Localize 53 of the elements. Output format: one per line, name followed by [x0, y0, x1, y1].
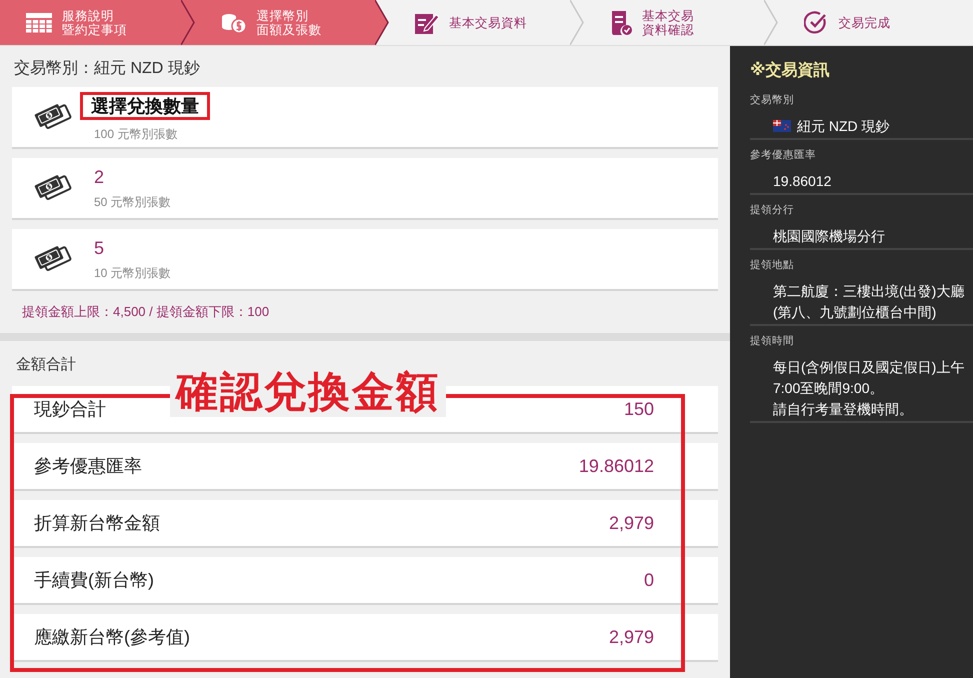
field-label: 提領地點 — [750, 258, 795, 272]
field-value: 紐元 NZD 現鈔 — [797, 117, 890, 135]
chevron-separator — [180, 0, 195, 45]
denomination-card[interactable]: 5 10 元幣別張數 — [12, 229, 718, 291]
quantity-value: 2 — [94, 166, 106, 188]
field-value: 桃園國際機場分行 — [773, 227, 885, 245]
row-label: 手續費(新台幣) — [34, 569, 154, 592]
sidebar-title: ※交易資訊 — [750, 60, 831, 81]
row-value: 2,979 — [608, 512, 654, 534]
field-label: 提領分行 — [750, 203, 795, 217]
row-value: 19.86012 — [578, 456, 654, 476]
field-value: 7:00至晚間9:00。 — [773, 379, 884, 397]
row-value: 2,979 — [608, 626, 654, 648]
denomination-card[interactable]: 選擇兌換數量 100 元幣別張數 — [12, 87, 718, 149]
denomination-caption: 50 元幣別張數 — [94, 194, 171, 210]
denomination-card[interactable]: 2 50 元幣別張數 — [12, 158, 718, 220]
banknotes-icon — [34, 244, 72, 274]
field-label: 提領時間 — [750, 334, 795, 348]
row-label: 現鈔合計 — [34, 398, 106, 421]
chevron-separator — [764, 0, 778, 45]
row-label: 應繳新台幣(參考值) — [34, 626, 190, 649]
check-circle-icon — [804, 10, 828, 34]
row-label: 折算新台幣金額 — [34, 512, 160, 535]
row-value: 150 — [624, 398, 654, 420]
denomination-caption: 10 元幣別張數 — [94, 264, 171, 282]
field-label: 參考優惠匯率 — [750, 148, 817, 162]
callout-label: 選擇兌換數量 — [80, 92, 210, 120]
callout-title: 確認兌換金額 — [170, 367, 446, 417]
field-value: 19.86012 — [773, 172, 832, 190]
chevron-separator — [570, 0, 584, 45]
step-label: 服務說明 暨約定事項 — [62, 8, 127, 36]
banknotes-icon — [34, 173, 72, 203]
edit-icon — [415, 12, 440, 34]
field-value: 第二航廈：三樓出境(出發)大廳 — [773, 282, 964, 300]
grid-icon — [26, 12, 52, 32]
banknotes-icon — [34, 102, 72, 132]
field-value: (第八、九號劃位櫃台中間) — [773, 303, 936, 321]
field-value: 請自行考量登機時間。 — [773, 400, 913, 418]
field-value: 每日(含例假日及國定假日)上午 — [773, 358, 964, 376]
field-label: 交易幣別 — [750, 93, 795, 107]
flag-icon — [773, 120, 791, 132]
currency-heading: 交易幣別：紐元 NZD 現鈔 — [13, 58, 201, 79]
denomination-caption: 100 元幣別張數 — [94, 126, 178, 142]
quantity-value: 5 — [94, 236, 106, 258]
row-value: 0 — [644, 570, 654, 590]
step-label: 選擇幣別 面額及張數 — [256, 8, 322, 36]
step-label: 基本交易 資料確認 — [642, 8, 694, 36]
row-label: 參考優惠匯率 — [34, 455, 142, 478]
limit-note: 提領金額上限：4,500 / 提領金額下限：100 — [21, 303, 270, 321]
step-label: 基本交易資料 — [449, 16, 528, 30]
step-label: 交易完成 — [838, 16, 890, 30]
section-title: 金額合計 — [15, 355, 77, 375]
document-check-icon — [610, 10, 632, 34]
